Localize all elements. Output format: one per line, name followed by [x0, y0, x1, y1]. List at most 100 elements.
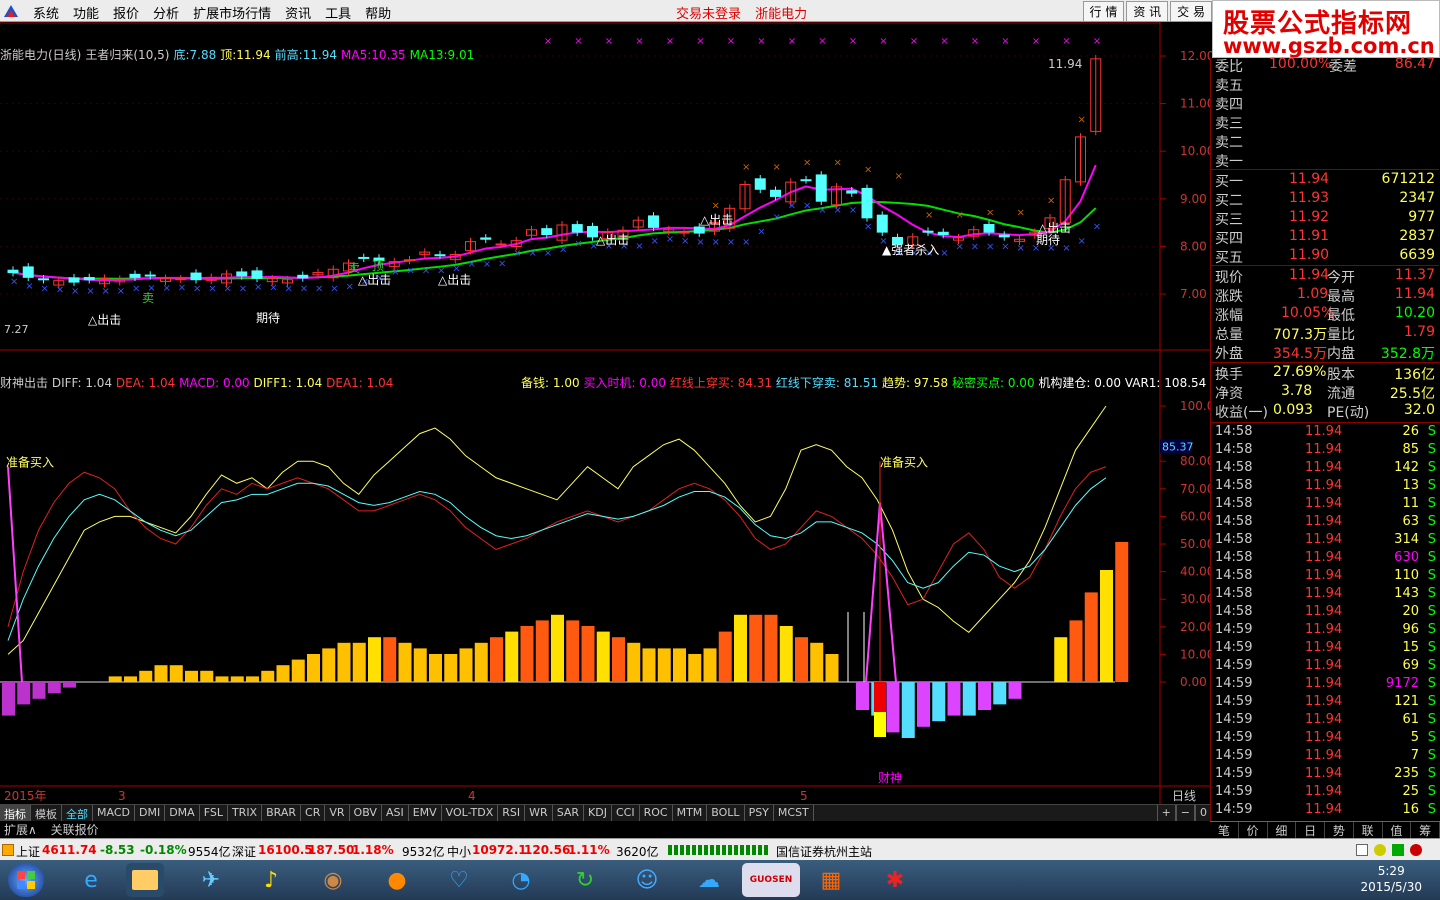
heart-app-icon[interactable]: ♡: [440, 863, 478, 897]
zoom-in-button[interactable]: +: [1156, 805, 1176, 821]
tick-row[interactable]: 14:59 11.94 69 S: [1211, 658, 1439, 676]
tick-row[interactable]: 14:58 11.94 143 S: [1211, 586, 1439, 604]
tick-row[interactable]: 14:59 11.94 25 S: [1211, 784, 1439, 802]
market-button[interactable]: 行 情: [1082, 1, 1125, 22]
buy-5-row[interactable]: 买五 11.90 6639: [1211, 247, 1439, 266]
tick-row[interactable]: 14:58 11.94 26 S: [1211, 424, 1439, 442]
tab-dma[interactable]: DMA: [165, 805, 200, 821]
internet-explorer-icon[interactable]: e: [72, 863, 110, 897]
owl-app-icon[interactable]: ◉: [314, 863, 352, 897]
start-button-icon[interactable]: [8, 863, 44, 897]
tab-all[interactable]: 全部: [62, 805, 93, 821]
tab-vr[interactable]: VR: [325, 805, 350, 821]
sell-4-row[interactable]: 卖四: [1211, 94, 1439, 113]
tick-row[interactable]: 14:59 11.94 7 S: [1211, 748, 1439, 766]
menu-help[interactable]: 帮助: [358, 3, 398, 22]
tab-template[interactable]: 模板: [31, 805, 62, 821]
tab-emv[interactable]: EMV: [409, 805, 442, 821]
sell-5-row[interactable]: 卖五: [1211, 75, 1439, 94]
tick-row[interactable]: 14:58 11.94 63 S: [1211, 514, 1439, 532]
signal-icon[interactable]: [1374, 844, 1386, 856]
menu-system[interactable]: 系统: [26, 3, 66, 22]
tick-row[interactable]: 14:59 11.94 235 S: [1211, 766, 1439, 784]
side-tab-detail[interactable]: 细: [1268, 822, 1297, 838]
tick-row[interactable]: 14:58 11.94 85 S: [1211, 442, 1439, 460]
sz-label[interactable]: 深证: [232, 843, 256, 860]
chart-area[interactable]: 12.00 11.00 10.00 9.00 8.00 7.00 100.0 80.00 70…: [0, 22, 1212, 804]
menu-tools[interactable]: 工具: [318, 3, 358, 22]
sell-2-row[interactable]: 卖二: [1211, 132, 1439, 151]
menu-quote[interactable]: 报价: [106, 3, 146, 22]
cloud-app-icon[interactable]: ☁: [690, 863, 728, 897]
zx-label[interactable]: 中小: [447, 843, 471, 860]
buy-2-row[interactable]: 买二 11.93 2347: [1211, 190, 1439, 209]
menu-analysis[interactable]: 分析: [146, 3, 186, 22]
tab-vol-tdx[interactable]: VOL-TDX: [442, 805, 499, 821]
office-app-icon[interactable]: ▦: [812, 863, 850, 897]
tick-row[interactable]: 14:58 11.94 110 S: [1211, 568, 1439, 586]
tab-brar[interactable]: BRAR: [262, 805, 302, 821]
tab-psy[interactable]: PSY: [745, 805, 774, 821]
alert-icon[interactable]: [1410, 844, 1422, 856]
tick-row[interactable]: 14:58 11.94 11 S: [1211, 496, 1439, 514]
system-clock[interactable]: 5:29 2015/5/30: [1360, 863, 1422, 895]
tab-wr[interactable]: WR: [525, 805, 553, 821]
side-tab-trades[interactable]: 笔: [1210, 822, 1239, 838]
side-tab-value[interactable]: 值: [1383, 822, 1412, 838]
browser-app-icon[interactable]: ●: [378, 863, 416, 897]
tick-row[interactable]: 14:58 11.94 314 S: [1211, 532, 1439, 550]
trade-login-status[interactable]: 交易未登录: [676, 7, 741, 22]
sh-label[interactable]: 上证: [16, 843, 40, 860]
file-explorer-icon[interactable]: [126, 863, 164, 897]
tick-row[interactable]: 14:59 11.94 9172 S: [1211, 676, 1439, 694]
window-icon[interactable]: [1356, 844, 1368, 856]
sell-1-row[interactable]: 卖一: [1211, 151, 1439, 170]
music-app-icon[interactable]: ♪: [252, 863, 290, 897]
trade-button[interactable]: 交 易: [1170, 1, 1212, 22]
news-button[interactable]: 资 讯: [1126, 1, 1169, 22]
buy-3-row[interactable]: 买三 11.92 977: [1211, 209, 1439, 228]
tab-cci[interactable]: CCI: [612, 805, 640, 821]
chart-canvas[interactable]: 12.00 11.00 10.00 9.00 8.00 7.00 100.0 80.00 70…: [0, 22, 1212, 804]
tick-row[interactable]: 14:58 11.94 142 S: [1211, 460, 1439, 478]
tab-cr[interactable]: CR: [301, 805, 326, 821]
menu-function[interactable]: 功能: [66, 3, 106, 22]
side-tab-daily[interactable]: 日: [1296, 822, 1325, 838]
expand-button[interactable]: 扩展∧: [4, 823, 37, 837]
tab-asi[interactable]: ASI: [382, 805, 409, 821]
tab-fsl[interactable]: FSL: [200, 805, 228, 821]
bird-app-icon[interactable]: ✈: [192, 863, 230, 897]
tab-rsi[interactable]: RSI: [498, 805, 526, 821]
connection-icon[interactable]: [1392, 844, 1404, 856]
zoom-out-button[interactable]: −: [1175, 805, 1195, 821]
tab-mtm[interactable]: MTM: [673, 805, 708, 821]
sell-3-row[interactable]: 卖三: [1211, 113, 1439, 132]
tick-row[interactable]: 14:59 11.94 61 S: [1211, 712, 1439, 730]
tick-row[interactable]: 14:58 11.94 630 S: [1211, 550, 1439, 568]
side-tab-trend[interactable]: 势: [1325, 822, 1354, 838]
side-tab-chips[interactable]: 筹: [1411, 822, 1440, 838]
tab-mcst[interactable]: MCST: [774, 805, 814, 821]
menu-extended-market[interactable]: 扩展市场行情: [186, 3, 278, 22]
tick-row[interactable]: 14:58 11.94 20 S: [1211, 604, 1439, 622]
tick-row[interactable]: 14:59 11.94 96 S: [1211, 622, 1439, 640]
chat-app-icon[interactable]: ◔: [502, 863, 540, 897]
tab-dmi[interactable]: DMI: [135, 805, 166, 821]
side-tab-related[interactable]: 联: [1354, 822, 1383, 838]
buy-1-row[interactable]: 买一 11.94 671212: [1211, 171, 1439, 190]
tick-row[interactable]: 14:59 11.94 121 S: [1211, 694, 1439, 712]
tab-roc[interactable]: ROC: [640, 805, 673, 821]
tab-macd[interactable]: MACD: [93, 805, 135, 821]
tab-trix[interactable]: TRIX: [228, 805, 263, 821]
tick-row[interactable]: 14:59 11.94 15 S: [1211, 640, 1439, 658]
guosen-app-icon[interactable]: GUOSEN: [742, 863, 800, 897]
side-tab-price[interactable]: 价: [1239, 822, 1268, 838]
tick-row[interactable]: 14:59 11.94 16 S: [1211, 802, 1439, 820]
tab-sar[interactable]: SAR: [553, 805, 585, 821]
tab-boll[interactable]: BOLL: [707, 805, 745, 821]
buy-4-row[interactable]: 买四 11.91 2837: [1211, 228, 1439, 247]
tick-row[interactable]: 14:59 11.94 5 S: [1211, 730, 1439, 748]
tab-obv[interactable]: OBV: [350, 805, 382, 821]
stock-app-icon[interactable]: ✱: [876, 863, 914, 897]
refresh-app-icon[interactable]: ↻: [566, 863, 604, 897]
